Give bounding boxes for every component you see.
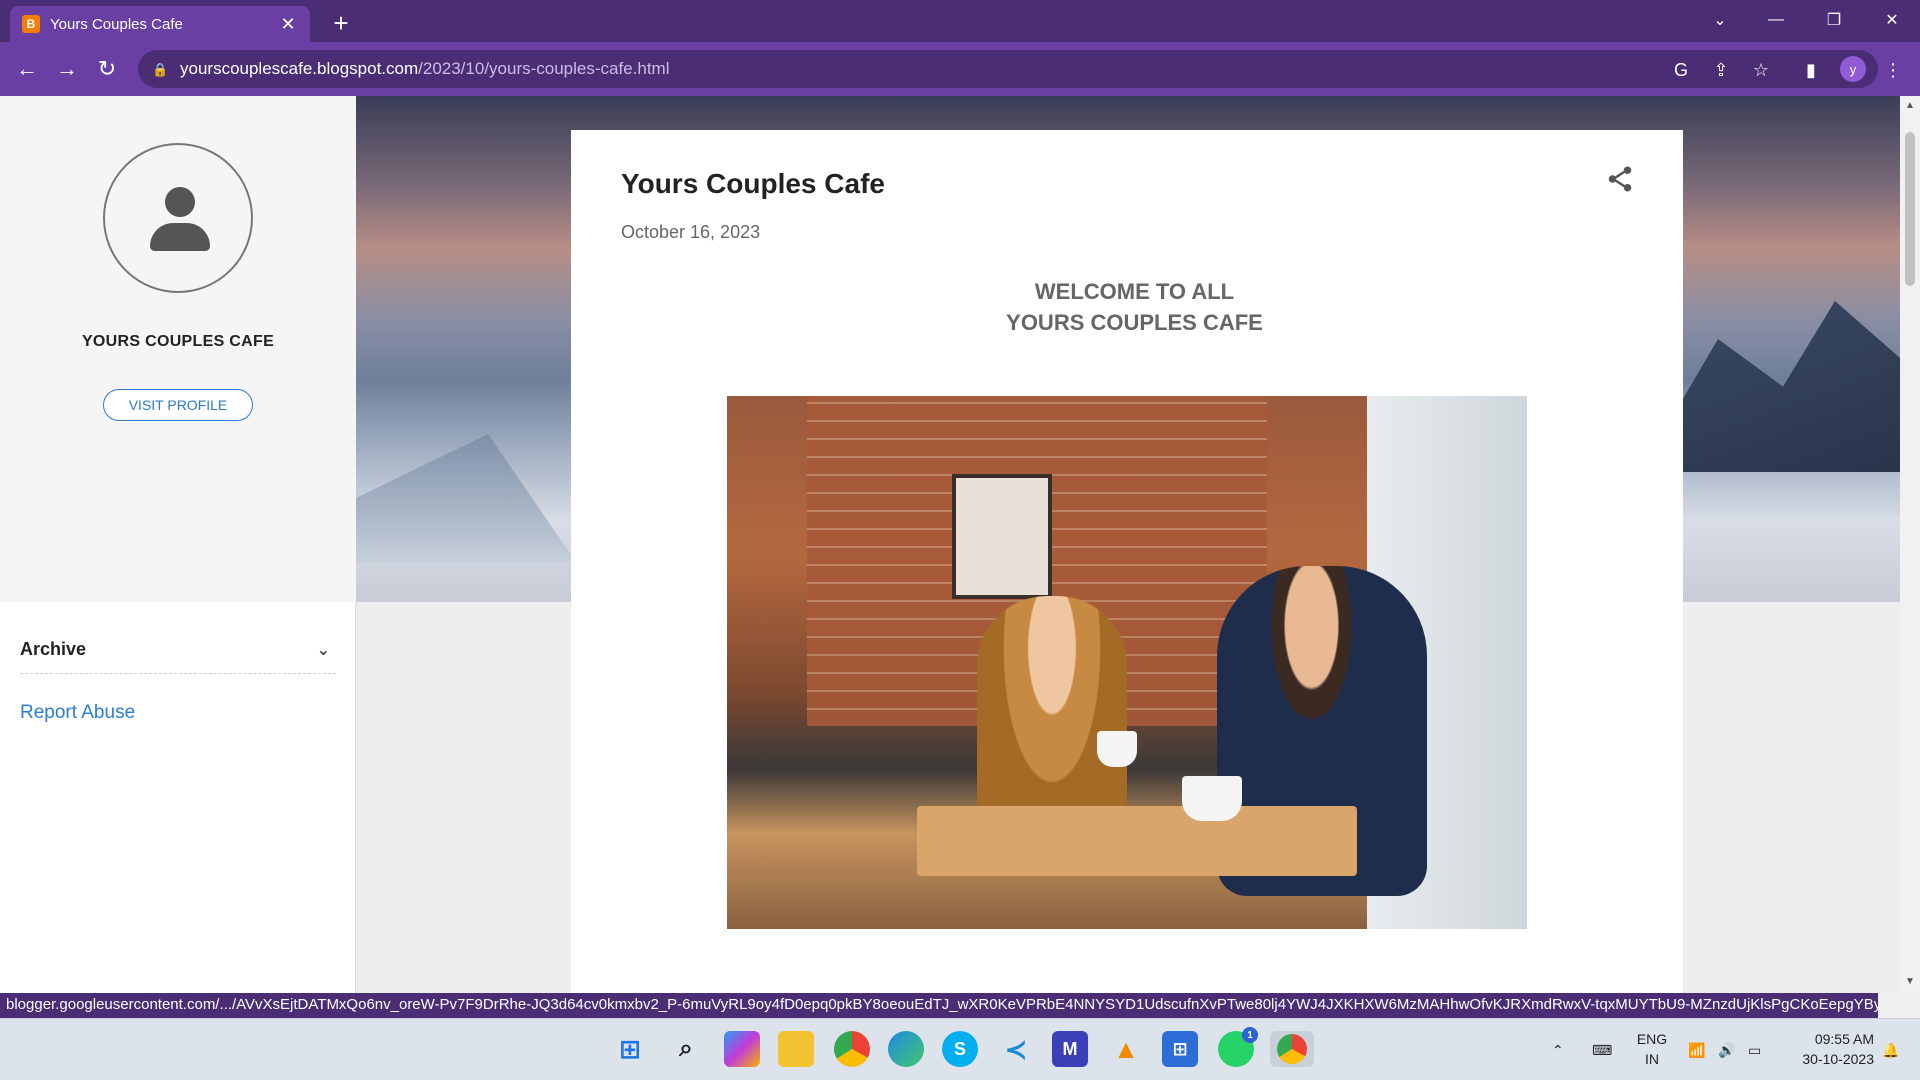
forward-button[interactable]: → [52,54,82,84]
post-card: Yours Couples Cafe October 16, 2023 WELC… [571,130,1683,993]
link-status-bar: blogger.googleusercontent.com/.../AVvXsE… [0,993,1878,1018]
microsoft-store-icon[interactable]: ⊞ [1162,1031,1198,1067]
person-head-shape [165,187,195,217]
scrollbar-thumb[interactable] [1905,132,1915,286]
url-path: /2023/10/yours-couples-cafe.html [418,59,670,78]
profile-avatar-icon [103,143,253,293]
profile-panel: YOURS COUPLES CAFE VISIT PROFILE [0,96,356,602]
browser-tab[interactable]: B Yours Couples Cafe ✕ [10,6,310,42]
close-window-button[interactable]: ✕ [1864,0,1920,40]
battery-icon[interactable]: ▭ [1748,1019,1761,1080]
whatsapp-icon[interactable]: 1 [1218,1027,1258,1067]
tab-search-icon[interactable]: ⌄ [1692,0,1748,40]
lock-icon: 🔒 [152,62,169,77]
picture-frame-shape [952,474,1052,599]
scroll-down-icon[interactable]: ▼ [1904,976,1916,988]
bookmark-star-icon[interactable]: ☆ [1748,57,1774,83]
blogger-icon: B [22,15,40,33]
welcome-line-1: WELCOME TO ALL [1034,279,1235,304]
notification-badge: 1 [1242,1027,1258,1043]
browser-toolbar: ← → ↻ 🔒 yourscouplescafe.blogspot.com/20… [0,42,1920,96]
edge-icon[interactable] [888,1031,924,1067]
back-button[interactable]: ← [12,54,42,84]
reload-button[interactable]: ↻ [92,54,122,84]
welcome-line-2: YOURS COUPLES CAFE [1006,310,1263,335]
taskbar: ⊞ ⌕ S ≺ M ▲ ⊞ 1 ⌃ ⌨ ENG IN 📶 🔊 ▭ 09:55 A… [0,1018,1920,1080]
share-icon[interactable] [1605,164,1635,194]
volume-icon[interactable]: 🔊 [1718,1019,1735,1080]
language-code: ENG [1636,1031,1668,1047]
profile-avatar[interactable]: y [1840,56,1866,82]
sidebar: YOURS COUPLES CAFE VISIT PROFILE Archive… [0,96,356,993]
search-icon[interactable]: ⌕ [668,1031,704,1067]
page-viewport: YOURS COUPLES CAFE VISIT PROFILE Archive… [0,96,1900,993]
table-shape [917,806,1357,876]
scroll-up-icon[interactable]: ▲ [1904,100,1916,112]
browser-tab-strip: B Yours Couples Cafe ✕ + ⌄ — ❐ ✕ [0,0,1920,42]
app-icon[interactable]: M [1052,1031,1088,1067]
keyboard-icon[interactable]: ⌨ [1592,1019,1612,1080]
person-body-shape [150,223,210,251]
dune-shape [356,434,576,562]
archive-label: Archive [20,639,87,659]
minimize-button[interactable]: — [1748,0,1804,40]
url-host: yourscouplescafe.blogspot.com [180,59,419,78]
address-bar[interactable]: 🔒 yourscouplescafe.blogspot.com/2023/10/… [138,50,1878,88]
restore-button[interactable]: ❐ [1806,0,1862,40]
close-tab-icon[interactable]: ✕ [278,14,298,34]
side-panel-icon[interactable]: ▮ [1798,57,1824,83]
post-date: October 16, 2023 [621,222,761,242]
chevron-down-icon: ⌄ [316,641,330,659]
report-abuse-link[interactable]: Report Abuse [20,702,135,724]
welcome-heading: WELCOME TO ALL YOURS COUPLES CAFE [571,276,1683,338]
archive-toggle[interactable]: Archive ⌄ [20,626,336,674]
post-title[interactable]: Yours Couples Cafe [621,168,885,200]
visit-profile-button[interactable]: VISIT PROFILE [103,389,253,421]
wifi-icon[interactable]: 📶 [1688,1019,1705,1080]
profile-name: YOURS COUPLES CAFE [81,333,275,350]
show-hidden-icons[interactable]: ⌃ [1552,1019,1564,1080]
clock-time: 09:55 AM [1814,1031,1874,1047]
vscode-icon[interactable]: ≺ [998,1031,1034,1067]
clock-date: 30-10-2023 [1802,1051,1874,1067]
coffee-cup-shape [1182,776,1242,821]
tab-title: Yours Couples Cafe [50,15,183,33]
menu-icon[interactable]: ⋮ [1880,57,1906,83]
copilot-icon[interactable] [724,1031,760,1067]
language-indicator[interactable]: ENG IN [1632,1029,1672,1069]
chrome-profile-icon[interactable] [1270,1031,1314,1067]
google-lens-icon[interactable]: G [1668,57,1694,83]
file-explorer-icon[interactable] [778,1031,814,1067]
new-tab-button[interactable]: + [326,8,356,38]
notifications-bell-icon[interactable]: 🔔 [1882,1019,1899,1080]
coffee-cup-shape [1097,731,1137,767]
chrome-icon[interactable] [834,1031,870,1067]
vlc-icon[interactable]: ▲ [1108,1031,1144,1067]
clock[interactable]: 09:55 AM 30-10-2023 [1782,1029,1874,1069]
page-scrollbar[interactable]: ▲ ▼ [1900,96,1920,993]
skype-icon[interactable]: S [942,1031,978,1067]
share-page-icon[interactable]: ⇪ [1708,57,1734,83]
couple-cafe-photo[interactable] [727,396,1527,929]
windows-start-icon[interactable]: ⊞ [612,1031,648,1067]
region-code: IN [1645,1051,1659,1067]
